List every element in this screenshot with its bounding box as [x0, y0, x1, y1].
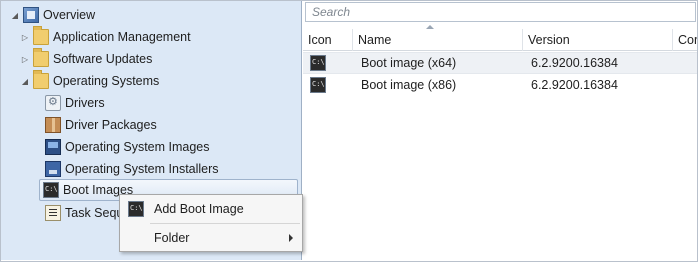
boot-image-icon	[128, 201, 144, 217]
row-version: 6.2.9200.16384	[531, 78, 618, 92]
list-header: Icon Name Version Cor	[303, 29, 697, 51]
tree-node-label: Operating Systems	[53, 74, 160, 88]
tree-node-label: Operating System Installers	[65, 162, 219, 176]
driver-package-icon	[45, 117, 61, 133]
boot-image-icon	[43, 182, 59, 198]
search-input[interactable]: Search	[305, 2, 696, 22]
tree-node-label: Driver Packages	[65, 118, 157, 132]
tree-node-label: Application Management	[53, 30, 191, 44]
menu-item-add-boot-image[interactable]: Add Boot Image	[121, 197, 301, 221]
column-header-icon[interactable]: Icon	[303, 29, 353, 51]
tree-node-label: Drivers	[65, 96, 105, 110]
tree-node-overview[interactable]: ◢ Overview	[9, 4, 95, 26]
expanded-arrow-icon[interactable]: ◢	[19, 75, 31, 87]
tree-node-software-updates[interactable]: ▷ Software Updates	[19, 48, 152, 70]
tree-node-application-management[interactable]: ▷ Application Management	[19, 26, 191, 48]
driver-icon	[45, 95, 61, 111]
collapsed-arrow-icon[interactable]: ▷	[19, 31, 31, 43]
tree-node-os-images[interactable]: Operating System Images	[43, 136, 210, 158]
row-version: 6.2.9200.16384	[531, 56, 618, 70]
column-header-version[interactable]: Version	[523, 29, 673, 51]
column-header-comment[interactable]: Cor	[673, 29, 697, 51]
tree-node-task-sequences[interactable]: Task Seque	[43, 202, 130, 224]
tree-node-label: Overview	[43, 8, 96, 22]
overview-icon	[23, 7, 39, 23]
os-installer-icon	[45, 161, 61, 177]
tree-node-driver-packages[interactable]: Driver Packages	[43, 114, 157, 136]
row-name: Boot image (x64)	[361, 56, 457, 70]
menu-item-label: Add Boot Image	[154, 202, 244, 216]
folder-icon	[33, 48, 49, 67]
sort-ascending-icon	[426, 25, 434, 29]
tree-node-os-installers[interactable]: Operating System Installers	[43, 158, 219, 180]
results-pane: Search Icon Name Version Cor Boot image …	[303, 1, 697, 260]
os-image-icon	[45, 139, 61, 155]
task-sequence-icon	[45, 205, 61, 221]
table-row[interactable]: Boot image (x86) 6.2.9200.16384	[303, 75, 697, 97]
tree-node-drivers[interactable]: Drivers	[43, 92, 105, 114]
tree-node-label: Software Updates	[53, 52, 153, 66]
boot-image-icon	[310, 55, 326, 71]
tree-node-label: Operating System Images	[65, 140, 210, 154]
table-row[interactable]: Boot image (x64) 6.2.9200.16384	[303, 52, 697, 74]
collapsed-arrow-icon[interactable]: ▷	[19, 53, 31, 65]
boot-image-icon	[310, 77, 326, 93]
tree-node-operating-systems[interactable]: ◢ Operating Systems	[19, 70, 159, 92]
menu-item-label: Folder	[154, 231, 190, 245]
row-name: Boot image (x86)	[361, 78, 457, 92]
menu-separator	[150, 223, 300, 224]
context-menu: Add Boot Image Folder	[119, 194, 303, 252]
folder-icon	[33, 26, 49, 45]
menu-item-folder[interactable]: Folder	[121, 226, 301, 250]
submenu-arrow-icon	[289, 234, 293, 242]
column-header-name[interactable]: Name	[353, 29, 523, 51]
expanded-arrow-icon[interactable]: ◢	[9, 9, 21, 21]
folder-icon	[33, 70, 49, 89]
